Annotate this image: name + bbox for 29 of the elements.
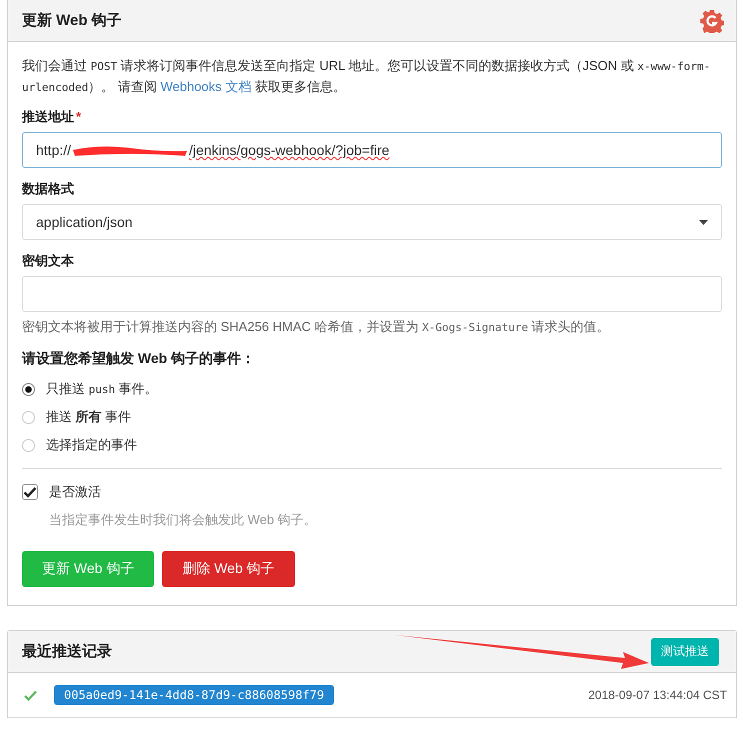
radio-button[interactable]: [22, 382, 35, 396]
update-button[interactable]: 更新 Web 钩子: [22, 551, 154, 587]
test-button[interactable]: 测试推送: [651, 638, 719, 666]
help-text: 密钥文本将被用于计算推送内容的 SHA256 HMAC 哈希值，并设置为 X-Gogs-Signature 请求头的值。: [22, 318, 611, 336]
radio-label: 推送 所有 事件: [46, 408, 132, 426]
delivery-time: 2018-09-07 13:44:04 CST: [588, 688, 727, 702]
radio-button[interactable]: [22, 438, 35, 452]
hint-text: 当指定事件发生时我们将会触发此 Web 钩子。: [49, 511, 318, 529]
radio-label: 只推送 push 事件。: [46, 380, 158, 398]
radio-label: 选择指定的事件: [46, 436, 137, 454]
format-dropdown[interactable]: application/json: [22, 204, 722, 240]
panel-title: 最近推送记录: [22, 642, 112, 661]
url-field[interactable]: http:// /jenkins/gogs-webhook/?job=fire: [22, 132, 722, 168]
delete-button[interactable]: 删除 Web 钩子: [162, 551, 295, 587]
panel-title: 更新 Web 钩子: [22, 11, 122, 30]
radio-button[interactable]: [22, 410, 35, 424]
field-label: 密钥文本: [22, 253, 74, 268]
checkbox-label: 是否激活: [49, 483, 101, 501]
caret-icon: [699, 220, 708, 224]
field-label: 推送地址: [22, 109, 74, 124]
required-mark: *: [76, 109, 82, 124]
secret-field[interactable]: [22, 276, 722, 312]
description-text: 我们会通过 POST 请求将订阅事件信息发送至向指定 URL 地址。您可以设置不同的数据接收方式（JSON 或 x-www-form-urlencoded）。 请查阅 Webhooks 文档 获取更多信息。: [22, 57, 712, 96]
gear-icon: [700, 8, 724, 32]
delivery-id[interactable]: 005a0ed9-141e-4dd8-87d9-c88608598f79: [54, 685, 334, 705]
field-label: 数据格式: [22, 181, 74, 196]
checkbox[interactable]: [22, 484, 38, 500]
events-heading: 请设置您希望触发 Web 钩子的事件：: [22, 350, 256, 368]
docs-link[interactable]: Webhooks 文档: [160, 79, 252, 94]
